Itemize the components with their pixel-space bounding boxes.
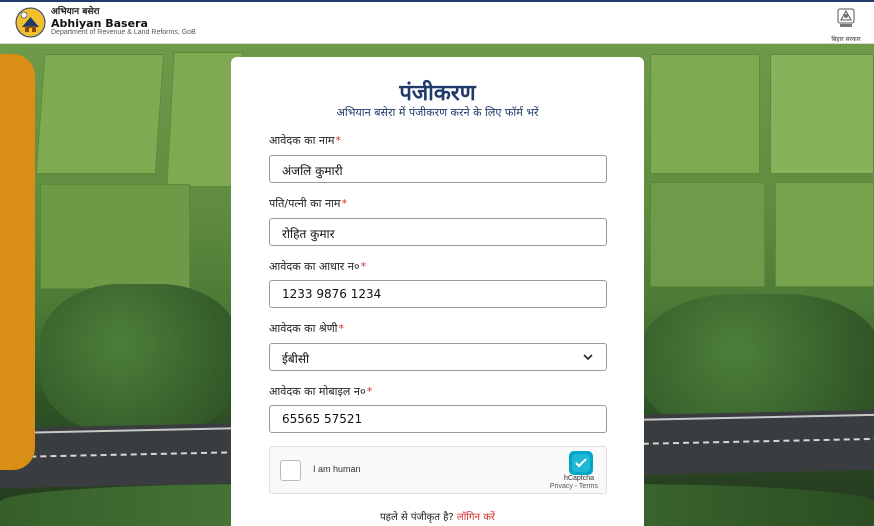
- field-patch: [650, 54, 760, 174]
- field-patch: [770, 54, 874, 174]
- required-mark: *: [338, 322, 345, 335]
- spouse-name-label-text: पति/पत्नी का नाम: [269, 197, 341, 210]
- login-prompt: पहले से पंजीकृत है?: [379, 512, 454, 523]
- aadhaar-label: आवेदक का आधार न०*: [269, 259, 366, 274]
- registration-card: पंजीकरण अभियान बसेरा में पंजीकरण करने के…: [231, 57, 644, 526]
- field-patch: [775, 182, 874, 287]
- aadhaar-input[interactable]: 1233 9876 1234: [269, 280, 607, 308]
- mobile-label-text: आवेदक का मोबाइल न०: [269, 385, 366, 398]
- applicant-name-input[interactable]: अंजलि कुमारी: [269, 155, 607, 183]
- bihar-government-emblem: बिहार सरकार: [828, 5, 864, 43]
- abhiyan-basera-logo-icon: [15, 7, 46, 38]
- department-name: Department of Revenue & Land Reforms, Go…: [51, 29, 196, 37]
- hcaptcha-brand: hCaptcha: [564, 475, 594, 482]
- captcha-label: I am human: [313, 464, 361, 474]
- applicant-name-label: आवेदक का नाम*: [269, 133, 341, 148]
- hcaptcha-logo-icon: [569, 451, 593, 475]
- side-tab[interactable]: [0, 54, 35, 470]
- field-patch: [35, 54, 165, 174]
- captcha-checkbox[interactable]: [280, 460, 301, 481]
- top-header: अभियान बसेरा Abhiyan Basera Department o…: [0, 0, 874, 44]
- applicant-name-label-text: आवेदक का नाम: [269, 134, 335, 147]
- category-select[interactable]: ईबीसी: [269, 343, 607, 371]
- login-prompt-line: पहले से पंजीकृत है? लॉगिन करें: [231, 509, 644, 523]
- category-selected-value: ईबीसी: [282, 352, 310, 366]
- brand-english: Abhiyan Basera: [51, 16, 148, 30]
- required-mark: *: [366, 385, 373, 398]
- page-title: पंजीकरण: [399, 81, 476, 106]
- aadhaar-label-text: आवेदक का आधार न०: [269, 260, 360, 273]
- bihar-emblem-icon: [837, 8, 855, 27]
- category-label-text: आवेदक का श्रेणी: [269, 322, 338, 335]
- page-subtitle: अभियान बसेरा में पंजीकरण करने के लिए फॉर…: [336, 106, 539, 119]
- trees: [40, 284, 240, 434]
- brand[interactable]: अभियान बसेरा Abhiyan Basera Department o…: [15, 7, 196, 38]
- chevron-down-icon: [583, 354, 593, 361]
- category-label: आवेदक का श्रेणी*: [269, 321, 344, 336]
- field-patch: [40, 184, 190, 289]
- mobile-input[interactable]: 65565 57521: [269, 405, 607, 433]
- required-mark: *: [341, 197, 347, 210]
- field-patch: [650, 182, 765, 287]
- hcaptcha-links[interactable]: Privacy - Terms: [550, 483, 598, 490]
- required-mark: *: [360, 260, 367, 273]
- mobile-label: आवेदक का मोबाइल न०*: [269, 384, 372, 399]
- spouse-name-input[interactable]: रोहित कुमार: [269, 218, 607, 246]
- hcaptcha-widget: I am human hCaptcha Privacy - Terms: [269, 446, 607, 494]
- required-mark: *: [335, 134, 341, 147]
- spouse-name-label: पति/पत्नी का नाम*: [269, 196, 347, 211]
- gov-text: बिहार सरकार: [831, 36, 861, 43]
- login-link[interactable]: लॉगिन करें: [457, 512, 495, 523]
